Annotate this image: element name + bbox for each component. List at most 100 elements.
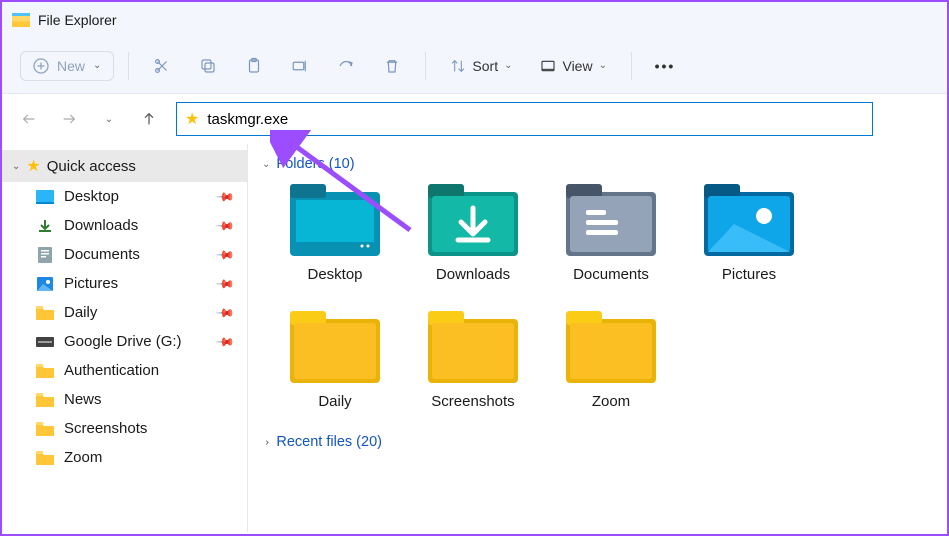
paste-button[interactable]: [235, 47, 273, 85]
view-label: View: [562, 58, 592, 74]
sidebar-item-desktop[interactable]: Desktop 📌: [2, 182, 247, 211]
share-button[interactable]: [327, 47, 365, 85]
sidebar-item-authentication[interactable]: Authentication: [2, 356, 247, 385]
folder-icon: [36, 421, 54, 437]
chevron-down-icon: ⌄: [12, 161, 20, 172]
folder-icon: [36, 363, 54, 379]
sidebar-item-screenshots[interactable]: Screenshots: [2, 414, 247, 443]
copy-button[interactable]: [189, 47, 227, 85]
desktop-folder-icon: [290, 184, 380, 256]
folder-pictures[interactable]: Pictures: [694, 184, 804, 283]
rename-button[interactable]: [281, 47, 319, 85]
forward-button[interactable]: [56, 106, 82, 132]
window-title: File Explorer: [38, 12, 117, 28]
arrow-left-icon: [21, 111, 37, 127]
drive-icon: [36, 334, 54, 350]
view-button[interactable]: View ⌄: [530, 52, 616, 80]
folder-documents[interactable]: Documents: [556, 184, 666, 283]
folder-screenshots[interactable]: Screenshots: [418, 311, 528, 410]
star-icon: ★: [185, 109, 199, 129]
arrow-up-icon: [141, 111, 157, 127]
folder-daily[interactable]: Daily: [280, 311, 390, 410]
address-input[interactable]: [207, 111, 864, 128]
documents-folder-icon: [566, 184, 656, 256]
folder-grid: Desktop Downloads Documents Pictures Dai…: [262, 184, 933, 410]
sidebar-item-label: News: [64, 391, 102, 408]
title-bar: File Explorer: [2, 2, 947, 38]
pin-icon: 📌: [215, 302, 235, 322]
sidebar-item-downloads[interactable]: Downloads📌: [2, 211, 247, 240]
folder-icon: [36, 392, 54, 408]
sidebar-item-label: Screenshots: [64, 420, 147, 437]
folders-header-label: Folders (10): [276, 156, 354, 172]
content-area: ⌄ Folders (10) Desktop Downloads Documen…: [248, 144, 947, 532]
cut-button[interactable]: [143, 47, 181, 85]
recent-section-header[interactable]: ⌄ Recent files (20): [262, 434, 933, 450]
rename-icon: [291, 57, 309, 75]
delete-button[interactable]: [373, 47, 411, 85]
tile-label: Zoom: [592, 393, 630, 410]
folder-downloads[interactable]: Downloads: [418, 184, 528, 283]
sort-label: Sort: [472, 58, 498, 74]
sidebar-item-label: Pictures: [64, 275, 118, 292]
folder-icon: [428, 311, 518, 383]
divider: [425, 52, 426, 80]
sidebar-item-pictures[interactable]: Pictures📌: [2, 269, 247, 298]
pin-icon: 📌: [215, 244, 235, 264]
pin-icon: 📌: [215, 186, 235, 206]
more-button[interactable]: •••: [646, 47, 684, 85]
sidebar-item-google-drive[interactable]: Google Drive (G:) 📌: [2, 327, 247, 356]
recent-header-label: Recent files (20): [276, 434, 382, 450]
desktop-icon: [36, 189, 54, 205]
chevron-down-icon: ⌄: [105, 114, 113, 125]
new-label: New: [57, 58, 85, 74]
tile-label: Documents: [573, 266, 649, 283]
sort-icon: [450, 58, 466, 74]
sidebar-item-label: Documents: [64, 246, 140, 263]
chevron-down-icon: ⌄: [504, 60, 512, 71]
scissors-icon: [153, 57, 171, 75]
back-button[interactable]: [16, 106, 42, 132]
folders-section-header[interactable]: ⌄ Folders (10): [262, 156, 933, 172]
new-button[interactable]: New ⌄: [20, 51, 114, 81]
sidebar-item-zoom[interactable]: Zoom: [2, 443, 247, 472]
sidebar-item-documents[interactable]: Documents 📌: [2, 240, 247, 269]
sidebar-item-news[interactable]: News: [2, 385, 247, 414]
document-icon: [36, 247, 54, 263]
folder-icon: [290, 311, 380, 383]
tile-label: Daily: [318, 393, 351, 410]
file-explorer-icon: [12, 13, 30, 27]
folder-icon: [566, 311, 656, 383]
sidebar-item-daily[interactable]: Daily📌: [2, 298, 247, 327]
download-icon: [36, 218, 54, 234]
nav-row: ⌄ ★: [2, 94, 947, 144]
sort-button[interactable]: Sort ⌄: [440, 52, 522, 80]
up-button[interactable]: [136, 106, 162, 132]
tile-label: Pictures: [722, 266, 776, 283]
arrow-right-icon: [61, 111, 77, 127]
tile-label: Downloads: [436, 266, 510, 283]
pictures-icon: [36, 276, 54, 292]
star-icon: ★: [26, 156, 40, 176]
pin-icon: 📌: [215, 215, 235, 235]
pictures-folder-icon: [704, 184, 794, 256]
tile-label: Screenshots: [431, 393, 514, 410]
sidebar-item-label: Zoom: [64, 449, 102, 466]
chevron-right-icon: ⌄: [261, 438, 272, 446]
sidebar: ⌄ ★ Quick access Desktop 📌 Downloads📌 Doc…: [2, 144, 248, 532]
sidebar-item-label: Google Drive (G:): [64, 333, 182, 350]
ribbon-toolbar: New ⌄ Sort ⌄ View ⌄ •••: [2, 38, 947, 94]
chevron-down-icon: ⌄: [93, 60, 101, 71]
sidebar-item-label: Desktop: [64, 188, 119, 205]
divider: [128, 52, 129, 80]
share-icon: [337, 57, 355, 75]
clipboard-icon: [245, 57, 263, 75]
pin-icon: 📌: [215, 331, 235, 351]
address-bar[interactable]: ★: [176, 102, 873, 136]
folder-icon: [36, 305, 54, 321]
recent-button[interactable]: ⌄: [96, 106, 122, 132]
folder-zoom[interactable]: Zoom: [556, 311, 666, 410]
sidebar-quick-access[interactable]: ⌄ ★ Quick access: [2, 150, 247, 182]
folder-desktop[interactable]: Desktop: [280, 184, 390, 283]
chevron-down-icon: ⌄: [262, 159, 270, 170]
